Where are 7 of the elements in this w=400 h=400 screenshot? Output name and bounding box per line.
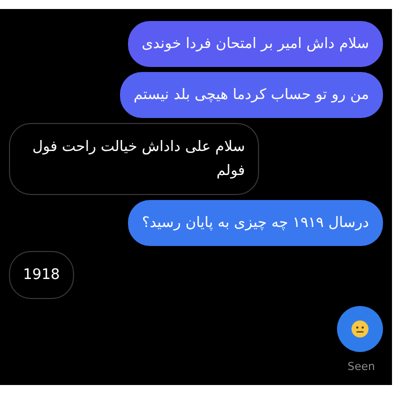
sent-message: سلام داش امیر بر امتحان فردا خوندی <box>128 21 383 67</box>
received-message: 1918 <box>9 251 74 299</box>
seen-status: Seen <box>348 359 375 375</box>
sent-message: درسال ۱۹۱۹ چه چیزی به پایان رسید؟ <box>128 200 383 246</box>
received-message: سلام علی داداش خیالت راحت فول فولم <box>9 123 259 195</box>
neutral-emoji-icon <box>351 320 369 338</box>
sent-message: من رو تو حساب کردما هیچی بلد نیستم <box>120 72 383 118</box>
